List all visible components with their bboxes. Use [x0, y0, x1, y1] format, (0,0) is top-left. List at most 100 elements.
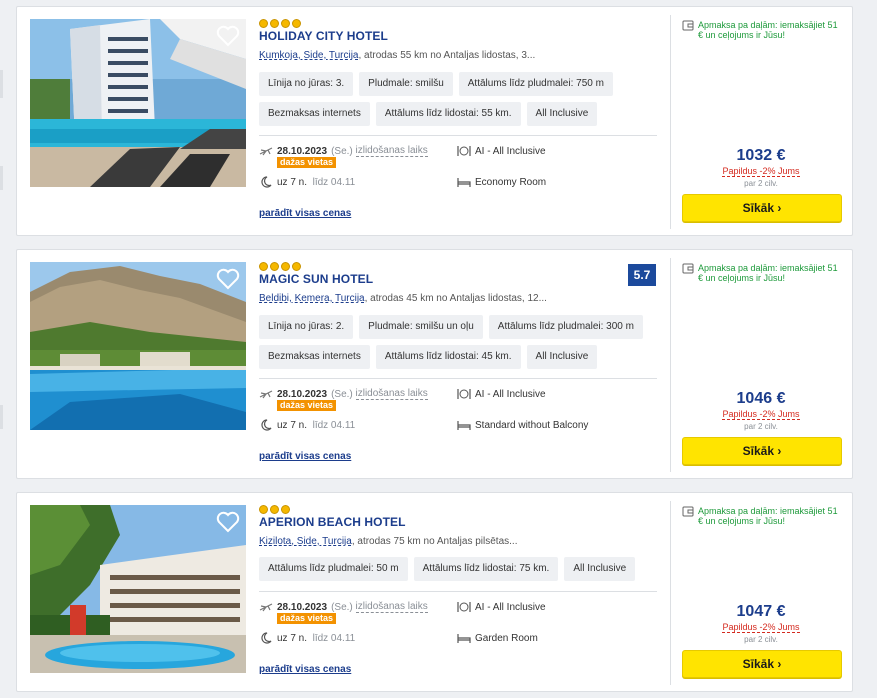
location-distance: , atrodas 75 km no Antaljas pilsētas... [351, 536, 518, 547]
hotel-info: MAGIC SUN HOTEL Beldibi, Kemera, Turcija… [259, 250, 659, 478]
wallet-icon [682, 263, 694, 274]
date-value: 28.10.2023 [277, 388, 328, 400]
star-rating [259, 262, 301, 271]
plane-icon [259, 145, 273, 157]
hotel-info: APERION BEACH HOTEL Kizilota, Side, Turc… [259, 493, 659, 691]
edge-marker [0, 405, 3, 429]
room-value: Standard without Balcony [475, 419, 589, 431]
star-icon [259, 19, 268, 28]
feature-tag: Attālums līdz pludmalei: 300 m [488, 315, 643, 339]
favorite-heart-icon[interactable] [216, 511, 240, 533]
installment-note[interactable]: Apmaksa pa daļām: iemaksājiet 51 € un ce… [682, 506, 842, 526]
show-all-prices-link[interactable]: parādīt visas cenas [259, 664, 351, 675]
details-button[interactable]: Sīkāk › [682, 437, 842, 465]
nights-value: uz 7 n. [277, 632, 308, 644]
star-icon [292, 19, 301, 28]
weekday: (Se.) [331, 601, 353, 613]
bed-icon [457, 176, 471, 188]
per-people: par 2 cilv. [744, 179, 778, 188]
board-type: AI - All Inclusive [457, 145, 546, 157]
room-value: Economy Room [475, 176, 547, 188]
edge-marker [0, 166, 3, 190]
room-type: Standard without Balcony [457, 419, 588, 431]
show-all-prices-link[interactable]: parādīt visas cenas [259, 451, 351, 462]
vertical-separator [670, 501, 671, 685]
nights-value: uz 7 n. [277, 176, 308, 188]
location-link[interactable]: Kizilota, Side, Turcija [259, 536, 352, 547]
details-button[interactable]: Sīkāk › [682, 194, 842, 222]
hotel-info: HOLIDAY CITY HOTEL Kumkoja, Side, Turcij… [259, 7, 659, 235]
bed-icon [457, 419, 471, 431]
price-value: 1032 € [736, 147, 786, 164]
nights-value: uz 7 n. [277, 419, 308, 431]
feature-tag: Attālums līdz lidostai: 45 km. [375, 345, 521, 369]
star-icon [270, 262, 279, 271]
date-value: 28.10.2023 [277, 601, 328, 613]
location-distance: , atrodas 55 km no Antaljas lidostas, 3.… [358, 50, 536, 61]
feature-tags: Līnija no jūras: 2. Pludmale: smilšu un … [259, 315, 659, 369]
hotel-photo[interactable] [30, 262, 246, 430]
feature-tag: Bezmaksas internets [259, 102, 370, 126]
star-icon [281, 262, 290, 271]
discount-text: Papildus -2% Jums [722, 166, 800, 177]
discount-text: Papildus -2% Jums [722, 409, 800, 420]
room-value: Garden Room [475, 632, 538, 644]
hotel-name-link[interactable]: APERION BEACH HOTEL [259, 515, 406, 529]
hotel-name-link[interactable]: HOLIDAY CITY HOTEL [259, 29, 388, 43]
installment-note[interactable]: Apmaksa pa daļām: iemaksājiet 51 € un ce… [682, 20, 842, 40]
hotel-photo-image [30, 262, 246, 430]
price-value: 1046 € [736, 390, 786, 407]
departure-time-link[interactable]: izlidošanas laiks [355, 388, 428, 400]
location-link[interactable]: Kumkoja, Side, Turcija [259, 50, 359, 61]
installment-text: Apmaksa pa daļām: iemaksājiet 51 € un ce… [698, 506, 838, 526]
favorite-heart-icon[interactable] [216, 268, 240, 290]
hotel-photo-image [30, 505, 246, 673]
hotel-location: Beldibi, Kemera, Turcija, atrodas 45 km … [259, 293, 547, 304]
location-link[interactable]: Beldibi, Kemera, Turcija [259, 293, 365, 304]
star-icon [292, 262, 301, 271]
discount-note[interactable]: Papildus -2% Jums [680, 166, 842, 177]
plane-icon [259, 388, 273, 400]
per-people: par 2 cilv. [744, 635, 778, 644]
review-score-badge[interactable]: 5.7 [628, 264, 656, 286]
departure-time-link[interactable]: izlidošanas laiks [355, 145, 428, 157]
feature-tag: Līnija no jūras: 3. [259, 72, 354, 96]
wallet-icon [682, 20, 694, 31]
moon-icon [259, 176, 273, 188]
moon-icon [259, 632, 273, 644]
discount-note[interactable]: Papildus -2% Jums [680, 409, 842, 420]
hotel-photo[interactable] [30, 505, 246, 673]
duration: uz 7 n. līdz 04.11 [259, 419, 355, 431]
discount-note[interactable]: Papildus -2% Jums [680, 622, 842, 633]
few-seats-badge: dažas vietas [277, 400, 337, 411]
star-icon [281, 505, 290, 514]
feature-tag: Pludmale: smilšu un oļu [359, 315, 483, 339]
hotel-photo[interactable] [30, 19, 246, 187]
star-rating [259, 19, 301, 28]
few-seats-badge: dažas vietas [277, 157, 337, 168]
room-type: Garden Room [457, 632, 538, 644]
hotel-name-link[interactable]: MAGIC SUN HOTEL [259, 272, 373, 286]
installment-note[interactable]: Apmaksa pa daļām: iemaksājiet 51 € un ce… [682, 263, 842, 283]
moon-icon [259, 419, 273, 431]
feature-tag: Attālums līdz pludmalei: 750 m [458, 72, 613, 96]
room-type: Economy Room [457, 176, 546, 188]
hotel-results-list: HOLIDAY CITY HOTEL Kumkoja, Side, Turcij… [0, 0, 877, 698]
price-panel: Apmaksa pa daļām: iemaksājiet 51 € un ce… [680, 250, 842, 478]
feature-tags: Attālums līdz pludmalei: 50 m Attālums l… [259, 557, 659, 581]
hotel-card: HOLIDAY CITY HOTEL Kumkoja, Side, Turcij… [16, 6, 853, 236]
show-all-prices-link[interactable]: parādīt visas cenas [259, 208, 351, 219]
feature-tag: Bezmaksas internets [259, 345, 370, 369]
feature-tag: Pludmale: smilšu [359, 72, 453, 96]
feature-tag: Attālums līdz lidostai: 55 km. [375, 102, 521, 126]
return-date: līdz 04.11 [312, 632, 356, 644]
board-type: AI - All Inclusive [457, 388, 546, 400]
installment-text: Apmaksa pa daļām: iemaksājiet 51 € un ce… [698, 20, 838, 40]
board-value: AI - All Inclusive [475, 145, 546, 157]
location-distance: , atrodas 45 km no Antaljas lidostas, 12… [364, 293, 547, 304]
details-button[interactable]: Sīkāk › [682, 650, 842, 678]
board-value: AI - All Inclusive [475, 601, 546, 613]
departure-time-link[interactable]: izlidošanas laiks [355, 601, 428, 613]
date-value: 28.10.2023 [277, 145, 328, 157]
favorite-heart-icon[interactable] [216, 25, 240, 47]
